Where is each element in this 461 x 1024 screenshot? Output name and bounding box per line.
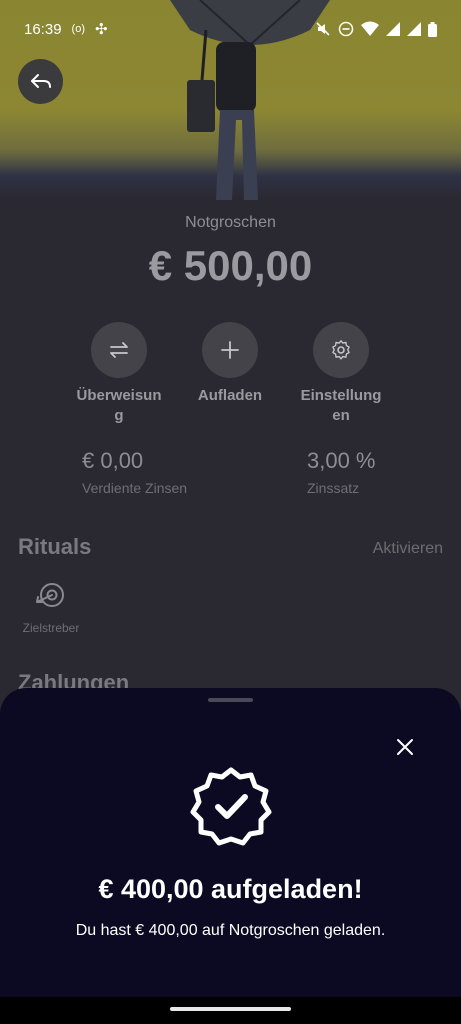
back-button[interactable]: [18, 59, 63, 104]
sheet-drag-handle[interactable]: [208, 698, 253, 702]
signal-icon-2: [407, 22, 421, 36]
pinwheel-icon: ✣: [95, 21, 108, 38]
app-screen: 16:39 (o) ✣ Notgroschen € 500,00 Überwei…: [0, 0, 461, 1024]
transfer-label: Überweisung: [76, 387, 162, 424]
account-balance: € 500,00: [148, 242, 313, 289]
topup-button[interactable]: [202, 322, 258, 378]
transfer-arrows-icon: [110, 342, 128, 358]
interest-rate-value: 3,00 %: [307, 448, 376, 473]
battery-icon: [428, 21, 437, 37]
system-nav-bar: [0, 997, 461, 1024]
settings-button[interactable]: [313, 322, 369, 378]
interest-rate: 3,00 % Zinssatz: [307, 448, 376, 496]
settings-action[interactable]: Einstellungen: [286, 322, 396, 426]
back-arrow-icon: [30, 73, 51, 88]
home-gesture-pill[interactable]: [170, 1007, 291, 1011]
target-arrow-icon: [36, 583, 64, 607]
plus-icon: [221, 341, 239, 359]
ritual-label: Zielstreber: [22, 621, 80, 635]
interest-rate-caption: Zinssatz: [307, 480, 360, 496]
ritual-item-zielstreber[interactable]: Zielstreber: [14, 578, 88, 635]
close-button[interactable]: [390, 732, 420, 762]
interest-earned: € 0,00 Verdiente Zinsen: [82, 448, 187, 496]
topup-label: Aufladen: [197, 387, 263, 404]
topup-success-sheet: € 400,00 aufgeladen! Du hast € 400,00 au…: [0, 688, 461, 997]
settings-label: Einstellungen: [300, 387, 382, 424]
account-name: Notgroschen: [185, 214, 276, 231]
gear-icon: [332, 340, 350, 360]
sheet-message: Du hast € 400,00 auf Notgroschen geladen…: [75, 922, 386, 939]
rituals-title: Rituals: [18, 534, 92, 559]
hotspot-icon: (o): [71, 23, 85, 35]
transfer-action[interactable]: Überweisung: [64, 322, 174, 426]
transfer-button[interactable]: [91, 322, 147, 378]
close-icon: [397, 739, 413, 755]
signal-icon: [386, 22, 400, 36]
status-time: 16:39: [24, 20, 62, 38]
mute-icon: [316, 22, 330, 36]
wifi-icon: [361, 21, 379, 36]
rituals-activate-link[interactable]: Aktivieren: [373, 540, 443, 558]
verified-check-badge-icon: [190, 767, 272, 846]
interest-earned-value: € 0,00: [82, 448, 144, 473]
do-not-disturb-icon: [338, 21, 354, 37]
sheet-title: € 400,00 aufgeladen!: [98, 874, 363, 904]
topup-action[interactable]: Aufladen: [175, 322, 285, 406]
status-bar: 16:39 (o) ✣: [0, 0, 461, 58]
interest-earned-caption: Verdiente Zinsen: [82, 480, 188, 496]
